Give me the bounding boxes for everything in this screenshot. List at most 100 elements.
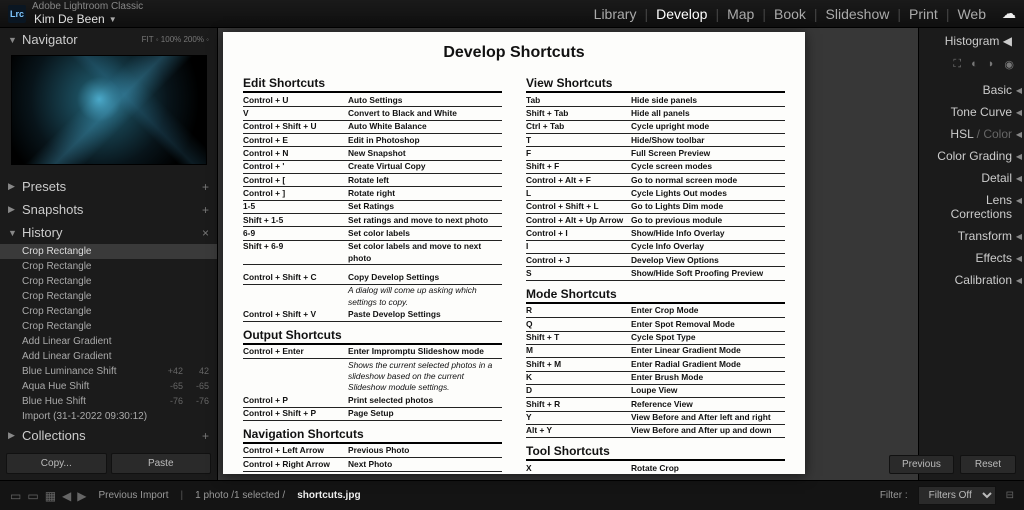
shortcut-row: XRotate Crop <box>526 462 785 474</box>
snapshots-header[interactable]: ▶ Snapshots+ <box>0 198 217 221</box>
history-item[interactable]: Add Linear Gradient <box>0 349 217 364</box>
filter-lock-icon[interactable]: ⊟ <box>1006 490 1014 501</box>
module-map[interactable]: Map <box>719 6 762 22</box>
heal-icon[interactable]: ◐ <box>971 58 978 71</box>
module-web[interactable]: Web <box>949 6 994 22</box>
shortcut-row: 1-5Set Ratings <box>243 201 502 214</box>
panel-basic[interactable]: Basic◀ <box>919 79 1024 101</box>
shortcut-row: Control + EEdit in Photoshop <box>243 134 502 147</box>
section-heading: Tool Shortcuts <box>526 444 785 461</box>
shortcut-row: QEnter Spot Removal Mode <box>526 318 785 331</box>
section-heading: Mode Shortcuts <box>526 287 785 304</box>
cloud-sync-icon[interactable]: ☁ <box>1002 5 1016 22</box>
shortcut-row: YView Before and After left and right <box>526 412 785 425</box>
panel-detail[interactable]: Detail◀ <box>919 167 1024 189</box>
filename: shortcuts.jpg <box>297 490 360 501</box>
shortcut-row: A dialog will come up asking which setti… <box>243 285 502 309</box>
shortcut-row: MEnter Linear Gradient Mode <box>526 345 785 358</box>
collections-header[interactable]: ▶ Collections+ <box>0 424 217 447</box>
chevron-right-icon: ▶ <box>8 181 18 192</box>
copy-button[interactable]: Copy... <box>6 453 107 474</box>
shortcut-row: Control + Alt + FGo to normal screen mod… <box>526 174 785 187</box>
shortcut-row: Shift + TCycle Spot Type <box>526 332 785 345</box>
panel-transform[interactable]: Transform◀ <box>919 225 1024 247</box>
history-item[interactable]: Crop Rectangle <box>0 319 217 334</box>
crop-icon[interactable]: ⛶ <box>953 58 961 71</box>
chevron-right-icon: ▶ <box>8 204 18 215</box>
history-list: Crop RectangleCrop RectangleCrop Rectang… <box>0 244 217 424</box>
app-logo: Lrc <box>8 5 26 23</box>
mask-icon[interactable]: ◗ <box>988 58 995 71</box>
module-slideshow[interactable]: Slideshow <box>818 6 898 22</box>
panel-effects[interactable]: Effects◀ <box>919 247 1024 269</box>
grid-icon[interactable]: ▦ <box>45 489 56 503</box>
panel-tone-curve[interactable]: Tone Curve◀ <box>919 101 1024 123</box>
module-library[interactable]: Library <box>586 6 645 22</box>
shortcut-row: 6-9Set color labels <box>243 227 502 240</box>
navigator-preview[interactable] <box>11 55 207 165</box>
shortcut-row: Control + Shift + VPaste Develop Setting… <box>243 309 502 322</box>
source-label[interactable]: Previous Import <box>99 490 169 501</box>
loupe-view[interactable]: Develop Shortcuts Edit ShortcutsControl … <box>218 28 918 480</box>
history-item[interactable]: Crop Rectangle <box>0 244 217 259</box>
identity-plate[interactable]: Kim De Been▼ <box>34 12 143 26</box>
module-print[interactable]: Print <box>901 6 946 22</box>
section-heading: Output Shortcuts <box>243 328 502 345</box>
section-heading: Navigation Shortcuts <box>243 427 502 444</box>
tool-strip[interactable]: ⛶ ◐ ◗ ◉ <box>919 54 1024 79</box>
panel-lens-corrections[interactable]: Lens Corrections◀ <box>919 189 1024 225</box>
history-item[interactable]: Crop Rectangle <box>0 289 217 304</box>
shortcut-row: SShow/Hide Soft Proofing Preview <box>526 267 785 280</box>
shortcut-row: Control + ]Rotate right <box>243 187 502 200</box>
shortcuts-document: Develop Shortcuts Edit ShortcutsControl … <box>223 32 805 474</box>
shortcut-row: Control + NNew Snapshot <box>243 147 502 160</box>
history-item[interactable]: Crop Rectangle <box>0 274 217 289</box>
shortcut-row: Control + 'Create Virtual Copy <box>243 161 502 174</box>
previous-button[interactable]: Previous <box>889 455 954 474</box>
module-book[interactable]: Book <box>766 6 814 22</box>
shortcut-row: Control + Right ArrowNext Photo <box>243 458 502 471</box>
shortcut-row: Shift + 6-9Set color labels and move to … <box>243 241 502 266</box>
history-item[interactable]: Blue Luminance Shift+4242 <box>0 364 217 379</box>
shortcut-row: Control + Shift + CCopy Develop Settings <box>243 271 502 284</box>
history-item[interactable]: Crop Rectangle <box>0 259 217 274</box>
shortcut-row: Control + Left ArrowPrevious Photo <box>243 445 502 458</box>
presets-header[interactable]: ▶ Presets+ <box>0 175 217 198</box>
navigator-zoom[interactable]: FIT ◦ 100% 200% ◦ <box>142 35 209 44</box>
shortcut-row: Shift + FCycle screen modes <box>526 161 785 174</box>
module-picker: Library|Develop|Map|Book|Slideshow|Print… <box>586 6 994 22</box>
section-heading: View Shortcuts <box>526 76 785 93</box>
history-item[interactable]: Add Linear Gradient <box>0 334 217 349</box>
panel-color-grading[interactable]: Color Grading◀ <box>919 145 1024 167</box>
history-header[interactable]: ▼ History× <box>0 221 217 244</box>
shortcut-row: KEnter Brush Mode <box>526 372 785 385</box>
chevron-right-icon[interactable]: ▶ <box>77 489 86 503</box>
history-item[interactable]: Aqua Hue Shift-65-65 <box>0 379 217 394</box>
main-window-icon[interactable]: ▭ <box>10 489 21 503</box>
module-develop[interactable]: Develop <box>648 6 715 22</box>
right-panel: Histogram ◀ ⛶ ◐ ◗ ◉ Basic◀Tone Curve◀HSL… <box>918 28 1024 480</box>
paste-button[interactable]: Paste <box>111 453 212 474</box>
chevron-down-icon: ▼ <box>8 35 18 45</box>
redeye-icon[interactable]: ◉ <box>1004 58 1014 71</box>
reset-button[interactable]: Reset <box>960 455 1016 474</box>
chevron-left-icon[interactable]: ◀ <box>62 489 71 503</box>
filter-label: Filter : <box>880 490 908 501</box>
second-window-icon[interactable]: ▭ <box>27 489 38 503</box>
panel-calibration[interactable]: Calibration◀ <box>919 269 1024 291</box>
history-item[interactable]: Import (31-1-2022 09:30:12) <box>0 409 217 424</box>
filter-select[interactable]: Filters Off <box>918 486 996 505</box>
history-item[interactable]: Crop Rectangle <box>0 304 217 319</box>
shortcut-row: REnter Crop Mode <box>526 305 785 318</box>
shortcut-row: TabHide side panels <box>526 94 785 107</box>
shortcut-row: Ctrl + TabCycle upright mode <box>526 121 785 134</box>
app-header: Lrc Adobe Lightroom Classic Kim De Been▼… <box>0 0 1024 28</box>
shortcut-row: LCycle Lights Out modes <box>526 187 785 200</box>
navigator-header[interactable]: ▼ Navigator FIT ◦ 100% 200% ◦ <box>0 28 217 51</box>
app-title: Adobe Lightroom Classic <box>32 1 143 12</box>
panel-hsl-color[interactable]: HSL / Color◀ <box>919 123 1024 145</box>
shortcut-row: Control + JDevelop View Options <box>526 254 785 267</box>
shortcut-row: VConvert to Black and White <box>243 107 502 120</box>
histogram-header[interactable]: Histogram ◀ <box>919 28 1024 54</box>
history-item[interactable]: Blue Hue Shift-76-76 <box>0 394 217 409</box>
